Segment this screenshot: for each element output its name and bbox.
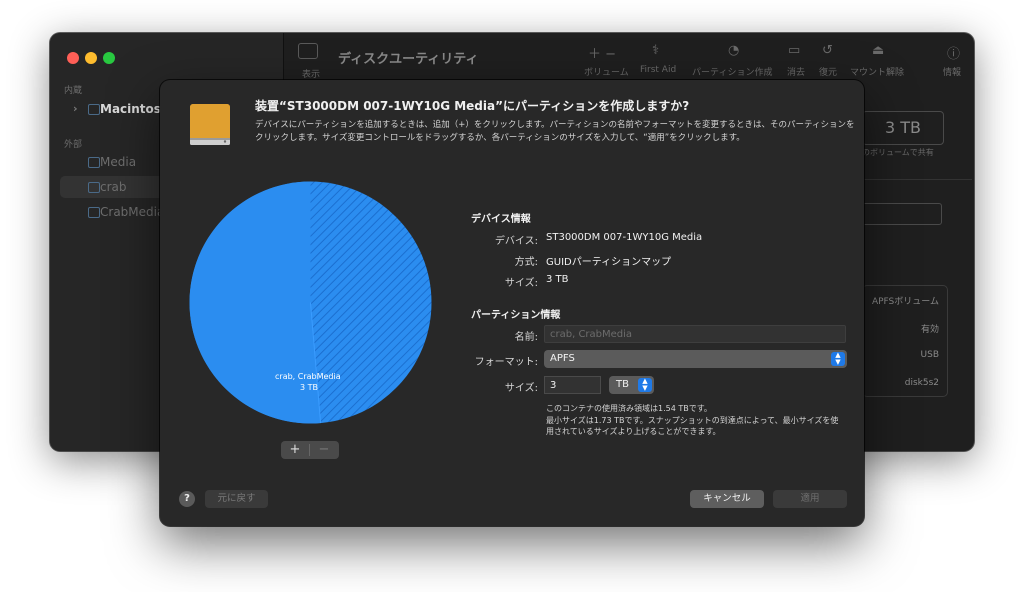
shared-volume-note: のボリュームで共有 (862, 148, 934, 157)
external-disk-icon (88, 207, 100, 218)
chevron-right-icon[interactable]: › (73, 98, 78, 120)
name-label: 名前: (514, 332, 538, 343)
apply-button[interactable]: 適用 (773, 490, 847, 508)
format-popup[interactable]: APFS ▲ ▼ (544, 350, 847, 368)
minimize-window-button[interactable] (85, 52, 97, 64)
zoom-window-button[interactable] (103, 52, 115, 64)
size-unit-popup[interactable]: TB ▲ ▼ (609, 376, 654, 394)
external-disk-icon (190, 104, 230, 145)
partition-pie[interactable]: crab, CrabMedia 3 TB (188, 180, 433, 425)
toolbar-first-aid-button[interactable]: First Aid (640, 65, 676, 75)
minimum-size-note: 最小サイズは1.73 TBです。スナップショットの到達点によって、最小サイズを使… (546, 415, 839, 437)
sidebar-toggle-icon[interactable] (298, 43, 318, 59)
view-menu-label[interactable]: 表示 (302, 67, 320, 80)
volume-info-table: APFSボリューム 有効 USB disk5s2 (862, 285, 948, 397)
toolbar-info-button[interactable]: 情報 (943, 65, 961, 78)
device-label: デバイス: (494, 236, 538, 247)
help-button[interactable]: ? (179, 491, 195, 507)
size-unit-value: TB (616, 379, 629, 390)
format-label: フォーマット: (474, 357, 538, 368)
sidebar-item-label: Media (100, 155, 137, 169)
pie-partition-name: crab, CrabMedia (275, 372, 341, 381)
external-disk-icon (88, 157, 100, 168)
usage-bar (862, 203, 942, 225)
info-icon[interactable]: ⓘ (947, 43, 960, 62)
divider (862, 179, 972, 180)
close-window-button[interactable] (67, 52, 79, 64)
chevron-up-down-icon: ▲ ▼ (831, 352, 845, 366)
partition-dialog: 装置“ST3000DM 007-1WY10G Media”にパーティションを作成… (160, 80, 864, 526)
plus-minus-icon[interactable]: ＋ − (588, 43, 616, 62)
partition-size-field[interactable] (544, 376, 601, 394)
add-remove-control: + − (281, 441, 339, 459)
sidebar-section-external: 外部 (64, 140, 83, 150)
external-disk-icon (88, 182, 100, 193)
revert-button[interactable]: 元に戻す (205, 490, 268, 508)
cancel-button[interactable]: キャンセル (690, 490, 764, 508)
toolbar-erase-button[interactable]: 消去 (787, 65, 805, 78)
device-size-value: 3 TB (546, 274, 569, 285)
partition-info-heading: パーティション情報 (471, 310, 561, 321)
pie-chart-icon[interactable]: ◔ (728, 43, 739, 58)
eject-icon[interactable]: ⏏ (872, 43, 884, 58)
toolbar-partition-button[interactable]: パーティション作成 (692, 65, 772, 78)
sidebar-item-label: CrabMedia (100, 205, 165, 219)
erase-icon[interactable]: ▭ (788, 43, 800, 58)
device-value: ST3000DM 007-1WY10G Media (546, 232, 703, 243)
stethoscope-icon[interactable]: ⚕ (652, 43, 659, 58)
device-size-label: サイズ: (504, 278, 538, 289)
partition-name-field[interactable] (544, 325, 846, 343)
sidebar-item-label: crab (100, 180, 127, 194)
info-connection: USB (920, 350, 939, 360)
volume-stack-icon (88, 104, 100, 115)
info-type: APFSボリューム (871, 297, 939, 307)
remove-partition-button[interactable]: − (310, 441, 338, 459)
toolbar-unmount-button[interactable]: マウント解除 (850, 65, 904, 78)
volume-size-display: 3 TB (862, 111, 944, 145)
scheme-label: 方式: (514, 257, 538, 268)
toolbar-volume-button[interactable]: ボリューム (584, 65, 629, 78)
scheme-value: GUIDパーティションマップ (546, 257, 672, 268)
window-title: ディスクユーティリティ (338, 52, 479, 67)
format-value: APFS (550, 353, 575, 364)
restore-icon[interactable]: ↺ (822, 43, 833, 58)
sidebar-section-internal: 内蔵 (64, 86, 83, 96)
device-info-heading: デバイス情報 (471, 214, 531, 225)
toolbar-restore-button[interactable]: 復元 (819, 65, 837, 78)
add-partition-button[interactable]: + (281, 441, 309, 459)
chevron-up-down-icon: ▲ ▼ (638, 378, 652, 392)
size-label: サイズ: (504, 383, 538, 394)
dialog-title: 装置“ST3000DM 007-1WY10G Media”にパーティションを作成… (255, 99, 690, 113)
info-owners: 有効 (920, 325, 939, 335)
size-note: このコンテナの使用済み領域は1.54 TBです。 最小サイズは1.73 TBです… (546, 403, 846, 438)
dialog-description: デバイスにパーティションを追加するときは、追加（+）をクリックします。パーティシ… (255, 120, 855, 143)
used-space-note: このコンテナの使用済み領域は1.54 TBです。 (546, 404, 712, 413)
info-device: disk5s2 (904, 378, 939, 388)
